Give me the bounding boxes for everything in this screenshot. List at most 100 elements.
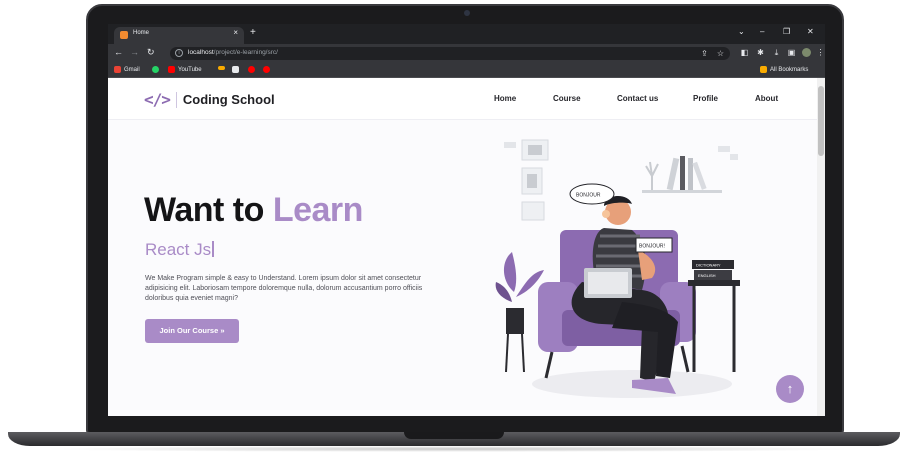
shelf-book	[688, 158, 693, 190]
tab-search-icon[interactable]: ⌄	[738, 27, 745, 36]
shelf-plant	[645, 161, 659, 190]
browser-toolbar: ← → ↻ i localhost/project/e-learning/src…	[108, 44, 825, 63]
bookmark-icon	[232, 66, 239, 73]
hero-title: Want to Learn	[144, 191, 363, 230]
typed-text: React Js	[145, 240, 212, 259]
url-path: /project/e-learning/src/	[213, 49, 278, 56]
hero-title-plain: Want to	[144, 191, 273, 229]
favicon-icon	[120, 31, 128, 39]
bookmark-label: Gmail	[124, 66, 140, 73]
menu-icon[interactable]: ⋮	[816, 48, 825, 57]
extension-icon[interactable]: ◧	[740, 48, 749, 57]
youtube-icon	[168, 66, 175, 73]
wall-frame-inner	[528, 145, 542, 155]
shelf-book	[680, 156, 685, 190]
maximize-button[interactable]: ❐	[783, 27, 790, 36]
bookmark-whatsapp[interactable]	[152, 66, 159, 73]
minimize-button[interactable]: –	[760, 27, 764, 36]
all-bookmarks-label: All Bookmarks	[770, 66, 809, 73]
whatsapp-icon	[152, 66, 159, 73]
info-icon[interactable]: i	[175, 49, 183, 57]
bookmark-7[interactable]	[263, 66, 270, 73]
wall-frame	[521, 201, 545, 221]
url-text: localhost/project/e-learning/src/	[188, 49, 278, 56]
scroll-thumb[interactable]	[818, 86, 824, 156]
join-course-button[interactable]: Join Our Course »	[145, 319, 239, 343]
nav-about[interactable]: About	[755, 94, 778, 103]
bookmark-gmail[interactable]: Gmail	[114, 66, 140, 73]
close-window-button[interactable]: ✕	[807, 27, 814, 36]
all-bookmarks[interactable]: All Bookmarks	[760, 66, 808, 73]
web-page: </> Coding School Home Course Contact us…	[108, 78, 817, 416]
typed-subtitle: React Js	[145, 240, 215, 260]
logo-divider	[175, 91, 177, 108]
nav-course[interactable]: Course	[553, 94, 581, 103]
bookmark-icon	[218, 66, 225, 70]
sofa-leg	[680, 345, 690, 373]
bookmark-label: YouTube	[178, 66, 202, 73]
url-host: localhost	[188, 49, 214, 56]
wall-decor	[718, 146, 730, 152]
page-scrollbar[interactable]	[817, 78, 825, 416]
site-logo[interactable]: </> Coding School	[144, 90, 275, 109]
reload-icon[interactable]: ↻	[147, 47, 155, 58]
plant-leaf	[503, 252, 517, 292]
back-arrow-icon[interactable]: ←	[114, 47, 123, 57]
wall-frame-inner	[527, 174, 537, 188]
nav-profile[interactable]: Profile	[693, 94, 718, 103]
hero-description: We Make Program simple & easy to Underst…	[145, 275, 423, 302]
bookmark-4[interactable]	[218, 66, 225, 70]
share-icon[interactable]: ⇪	[700, 49, 709, 58]
sofa-leg	[544, 351, 554, 379]
star-icon[interactable]: ☆	[716, 49, 725, 58]
plant-pot	[506, 308, 524, 334]
wall-decor	[504, 142, 516, 148]
shelf-book	[692, 161, 707, 190]
logo-text: Coding School	[182, 92, 275, 107]
code-icon: </>	[144, 90, 171, 109]
headphone-icon	[602, 210, 610, 218]
folder-icon	[760, 66, 767, 73]
shelf	[642, 190, 722, 193]
bookmark-5[interactable]	[232, 66, 239, 73]
bubble-text-2: BONJOUR!	[639, 244, 665, 250]
bookmark-icon	[248, 66, 255, 73]
pot-leg	[505, 333, 509, 373]
site-navbar: </> Coding School Home Course Contact us…	[108, 78, 817, 120]
tab-close-icon[interactable]: ×	[233, 28, 238, 37]
nav-contact[interactable]: Contact us	[617, 94, 658, 103]
new-tab-button[interactable]: +	[250, 27, 256, 38]
gmail-icon	[114, 66, 121, 73]
forward-arrow-icon[interactable]: →	[130, 47, 139, 57]
screen: Home × + ⌄ – ❐ ✕ ← → ↻ i localhost/proje…	[108, 24, 825, 416]
download-icon[interactable]: ⤓	[772, 48, 781, 57]
scroll-to-top-button[interactable]: ↑	[776, 375, 804, 403]
camera	[464, 10, 470, 16]
bookmark-6[interactable]	[248, 66, 255, 73]
pot-leg	[521, 333, 525, 373]
tab-title: Home	[133, 30, 150, 36]
dictionary-label: DICTIONARY	[696, 263, 721, 268]
address-bar[interactable]: i localhost/project/e-learning/src/ ⇪ ☆	[170, 47, 730, 60]
bookmark-icon	[263, 66, 270, 73]
bookmarks-bar: Gmail YouTube All Bookmarks	[108, 63, 825, 78]
bubble-text-1: BONJOUR	[576, 193, 601, 199]
laptop-notch	[404, 432, 504, 439]
side-table-top	[688, 280, 740, 286]
typing-caret	[212, 241, 215, 257]
profile-avatar[interactable]	[802, 48, 811, 57]
laptop-base	[8, 432, 900, 446]
wall-decor	[730, 154, 738, 160]
shelf-book	[666, 157, 680, 191]
browser-tabbar: Home × + ⌄ – ❐ ✕	[108, 24, 825, 44]
puzzle-icon[interactable]: ✱	[756, 48, 765, 57]
laptop-shadow	[40, 446, 868, 452]
sidepanel-icon[interactable]: ▣	[787, 48, 796, 57]
english-label: ENGLISH	[698, 273, 716, 278]
nav-home[interactable]: Home	[494, 94, 516, 103]
hero-illustration: DICTIONARY ENGLISH BONJOUR BONJOUR!	[495, 139, 740, 398]
bookmark-youtube[interactable]: YouTube	[168, 66, 202, 73]
browser-tab[interactable]: Home ×	[114, 27, 244, 44]
hero-title-accent: Learn	[272, 191, 364, 229]
arrow-up-icon: ↑	[786, 381, 794, 396]
